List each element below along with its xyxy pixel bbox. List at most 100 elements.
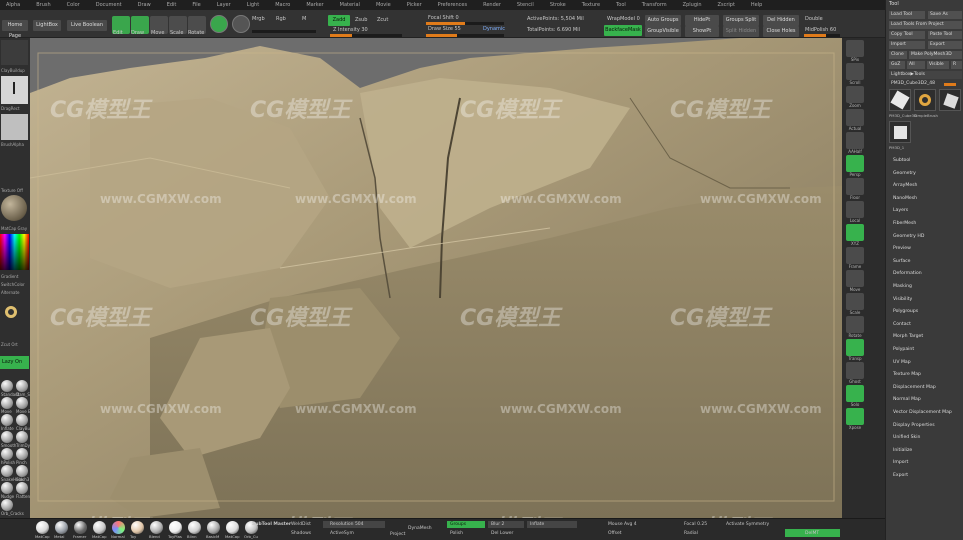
tool-menu-item[interactable]: Subtool bbox=[893, 158, 961, 163]
brush-sphere-icon[interactable] bbox=[1, 414, 13, 426]
canvas-viewport[interactable] bbox=[30, 38, 842, 518]
brush-sphere-icon[interactable] bbox=[16, 448, 28, 460]
view-spix-button[interactable] bbox=[846, 40, 864, 57]
brush-sphere-icon[interactable] bbox=[16, 397, 28, 409]
view-floor-button[interactable] bbox=[846, 178, 864, 195]
view-ghost-button[interactable] bbox=[846, 362, 864, 379]
tool-menu-item[interactable]: Polygroups bbox=[893, 309, 961, 314]
material-sphere-icon[interactable] bbox=[93, 521, 106, 534]
menu-item[interactable]: Texture bbox=[582, 2, 600, 8]
make-polymesh-button[interactable]: Make PolyMesh3D bbox=[909, 51, 962, 59]
group-visible-button[interactable]: GroupVisible bbox=[645, 26, 681, 37]
menu-item[interactable]: Stroke bbox=[550, 2, 566, 8]
menu-item[interactable]: Zscript bbox=[718, 2, 735, 8]
menu-item[interactable]: Draw bbox=[138, 2, 151, 8]
menu-item[interactable]: Macro bbox=[275, 2, 290, 8]
view-scale-button[interactable] bbox=[846, 293, 864, 310]
load-tools-from-project-button[interactable]: Load Tools From Project bbox=[889, 21, 962, 29]
backface-mask-toggle[interactable]: BackfaceMask bbox=[604, 25, 642, 36]
brush-thumbnail[interactable] bbox=[1, 40, 28, 65]
view-rotate-button[interactable] bbox=[846, 316, 864, 333]
menu-item[interactable]: Movie bbox=[376, 2, 391, 8]
tool-menu-item[interactable]: Visibility bbox=[893, 297, 961, 302]
view-local-button[interactable] bbox=[846, 201, 864, 218]
dynamesh-button[interactable]: DynaMesh bbox=[408, 526, 432, 531]
material-sphere-icon[interactable] bbox=[112, 521, 125, 534]
brush-sphere-icon[interactable] bbox=[16, 482, 28, 494]
project-toggle[interactable]: Project bbox=[390, 532, 405, 537]
polish-label[interactable]: Polish bbox=[450, 531, 463, 536]
zadd-toggle[interactable]: Zadd bbox=[328, 15, 350, 26]
goz-button[interactable]: GoZ bbox=[889, 61, 905, 69]
view-xpose-button[interactable] bbox=[846, 408, 864, 425]
material-sphere-icon[interactable] bbox=[74, 521, 87, 534]
rgb-intensity-slider[interactable] bbox=[252, 30, 316, 33]
brush-sphere-icon[interactable] bbox=[1, 448, 13, 460]
hidept-button[interactable]: HidePt bbox=[685, 15, 719, 26]
view-zoom-button[interactable] bbox=[846, 86, 864, 103]
menu-item[interactable]: Tool bbox=[616, 2, 626, 8]
menu-item[interactable]: Zplugin bbox=[683, 2, 702, 8]
view-solo-button[interactable] bbox=[846, 385, 864, 402]
brush-sphere-icon[interactable] bbox=[16, 465, 28, 477]
menu-item[interactable]: Help bbox=[751, 2, 762, 8]
tool-menu-item[interactable]: Displacement Map bbox=[893, 385, 961, 390]
tool-menu-item[interactable]: ArrayMesh bbox=[893, 183, 961, 188]
brush-sphere-icon[interactable] bbox=[16, 380, 28, 392]
visible-button[interactable]: Visible bbox=[927, 61, 949, 69]
menu-item[interactable]: Color bbox=[67, 2, 80, 8]
tool-thumbnail[interactable] bbox=[889, 121, 911, 143]
tool-menu-item[interactable]: FiberMesh bbox=[893, 221, 961, 226]
showpt-button[interactable]: ShowPt bbox=[685, 26, 719, 37]
home-page-button[interactable]: Home Page bbox=[2, 20, 28, 39]
view-aahalf-button[interactable] bbox=[846, 132, 864, 149]
brush-sphere-icon[interactable] bbox=[16, 431, 28, 443]
stroke-thumbnail[interactable] bbox=[1, 76, 28, 104]
rock-sculpt-canvas[interactable] bbox=[30, 38, 842, 518]
tool-menu-item[interactable]: Masking bbox=[893, 284, 961, 289]
tool-thumbnail[interactable] bbox=[889, 89, 911, 111]
dynamic-toggle[interactable]: Dynamic bbox=[483, 26, 505, 32]
brush-sphere-icon[interactable] bbox=[1, 482, 13, 494]
alternate-label[interactable]: Alternate bbox=[1, 290, 19, 295]
tool-menu-item[interactable]: Contact bbox=[893, 322, 961, 327]
alpha-thumbnail[interactable] bbox=[1, 114, 28, 140]
menu-item[interactable]: Marker bbox=[306, 2, 323, 8]
close-holes-button[interactable]: Close Holes bbox=[763, 26, 799, 37]
import-button[interactable]: Import bbox=[889, 41, 925, 49]
double-toggle[interactable]: Double bbox=[805, 16, 823, 22]
m-toggle[interactable]: M bbox=[302, 16, 306, 22]
menu-item[interactable]: Document bbox=[96, 2, 122, 8]
tool-menu-item[interactable]: Preview bbox=[893, 246, 961, 251]
del-hidden-button[interactable]: Del Hidden bbox=[763, 15, 799, 26]
rgb-toggle[interactable]: Rgb bbox=[276, 16, 286, 22]
material-preview-icon[interactable] bbox=[1, 195, 27, 221]
draw-size-slider[interactable] bbox=[426, 34, 504, 37]
tool-menu-item[interactable]: Unified Skin bbox=[893, 435, 961, 440]
tool-menu-item[interactable]: Export bbox=[893, 473, 961, 478]
tool-thumbnail[interactable] bbox=[939, 89, 961, 111]
brush-sphere-icon[interactable] bbox=[1, 465, 13, 477]
tool-menu-item[interactable]: Polypaint bbox=[893, 347, 961, 352]
view-transp-button[interactable] bbox=[846, 339, 864, 356]
tool-menu-item[interactable]: UV Map bbox=[893, 360, 961, 365]
tool-menu-item[interactable]: Initialize bbox=[893, 448, 961, 453]
load-tool-button[interactable]: Load Tool bbox=[889, 11, 925, 19]
material-sphere-icon[interactable] bbox=[226, 521, 239, 534]
view-persp-button[interactable] bbox=[846, 155, 864, 172]
material-sphere-icon[interactable] bbox=[55, 521, 68, 534]
tool-menu-item[interactable]: NanoMesh bbox=[893, 196, 961, 201]
tool-count-slider[interactable] bbox=[944, 83, 956, 86]
tool-menu-item[interactable]: Morph Target bbox=[893, 334, 961, 339]
tool-menu-item[interactable]: Vector Displacement Map bbox=[893, 410, 961, 415]
activate-symmetry-button[interactable]: Activate Symmetry bbox=[726, 522, 769, 527]
brush-sphere-icon[interactable] bbox=[1, 499, 13, 511]
mrgb-toggle[interactable]: Mrgb bbox=[252, 16, 265, 22]
auto-groups-button[interactable]: Auto Groups bbox=[645, 15, 681, 26]
texture-sphere-icon[interactable] bbox=[232, 15, 250, 33]
view-move-button[interactable] bbox=[846, 270, 864, 287]
export-button[interactable]: Export bbox=[928, 41, 962, 49]
live-boolean-button[interactable]: Live Boolean bbox=[67, 20, 107, 31]
material-sphere-icon[interactable] bbox=[210, 15, 228, 33]
material-sphere-icon[interactable] bbox=[36, 521, 49, 534]
